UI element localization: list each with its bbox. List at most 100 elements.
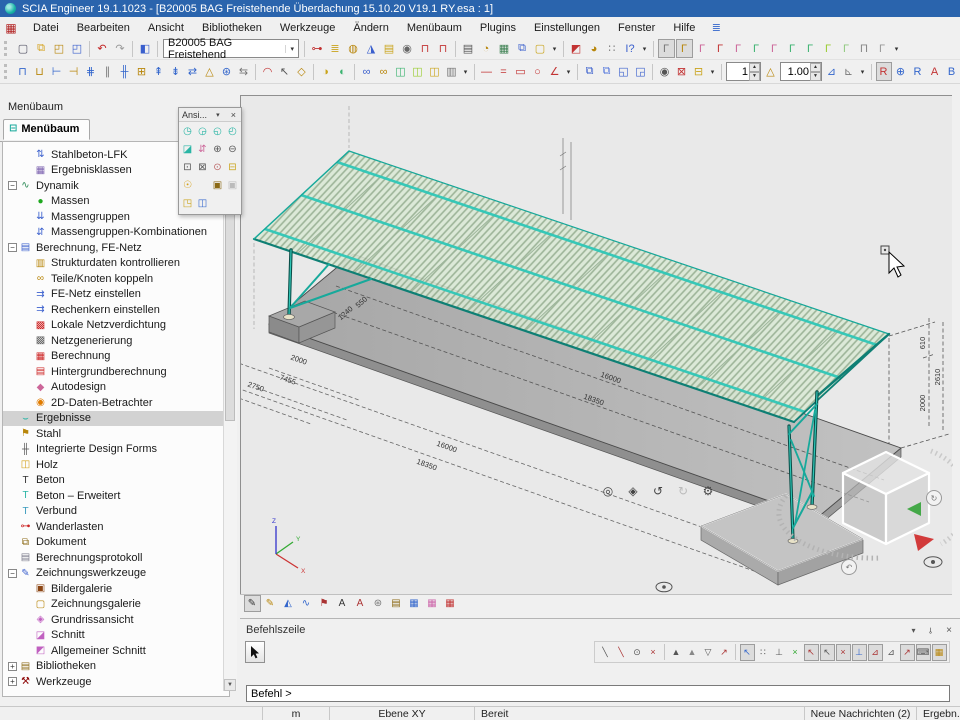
stepper-down-icon[interactable]: ▼ xyxy=(749,72,760,81)
tree-item-werkzeuge[interactable]: +⚒Werkzeuge xyxy=(3,674,229,690)
tree-item-hintergrundberechnung[interactable]: ▤Hintergrundberechnung xyxy=(3,364,229,380)
view-flag-5-icon[interactable]: Γ xyxy=(730,39,747,58)
menu-bibliotheken[interactable]: Bibliotheken xyxy=(193,20,271,36)
menu-einstellungen[interactable]: Einstellungen xyxy=(525,20,609,36)
tree-item-allgemeiner-schnitt[interactable]: ◩Allgemeiner Schnitt xyxy=(3,643,229,659)
table-blue-icon[interactable]: ▦ xyxy=(406,595,423,612)
tab-menubaum[interactable]: ⊟ Menübaum xyxy=(3,119,90,140)
angle-dimension-icon[interactable]: ⊿ xyxy=(824,62,840,81)
collapse-icon[interactable]: − xyxy=(8,569,17,578)
member-system-lines-icon[interactable]: ⇵ xyxy=(196,142,210,157)
collapse-icon[interactable]: − xyxy=(8,181,17,190)
view-z-icon[interactable]: ◵ xyxy=(211,124,225,139)
tree-item-verbund[interactable]: TVerbund xyxy=(3,504,229,520)
view-manager-icon[interactable]: ◫ xyxy=(196,196,210,211)
label-abs-icon[interactable]: A xyxy=(352,595,369,612)
close-icon[interactable]: × xyxy=(946,625,952,636)
zoom-all-icon[interactable]: ⊠ xyxy=(196,160,210,175)
redo-icon[interactable]: ↷ xyxy=(112,39,129,58)
tree-item-massengruppen-kombinationen[interactable]: ⇵Massengruppen-Kombinationen xyxy=(3,225,229,241)
add-column-icon[interactable]: ⊔ xyxy=(32,62,48,81)
link-document-icon[interactable]: ⊶ xyxy=(309,39,326,58)
snap-tangent-icon[interactable]: ⊿ xyxy=(868,644,883,661)
delete-selection-icon[interactable]: ⊠ xyxy=(674,62,690,81)
tree-item-dokument[interactable]: ⧉Dokument xyxy=(3,535,229,551)
tree-item-bibliotheken[interactable]: +▤Bibliotheken xyxy=(3,659,229,675)
copy-add-data-icon[interactable]: ◱ xyxy=(616,62,632,81)
clipping-box-icon[interactable]: ⊟ xyxy=(226,160,240,175)
draw-parallel-icon[interactable]: = xyxy=(496,62,512,81)
shade-members-icon[interactable]: ▥ xyxy=(444,62,460,81)
tree-item-integrierte-design-forms[interactable]: ╫Integrierte Design Forms xyxy=(3,442,229,458)
view-flag-2-icon[interactable]: Γ xyxy=(676,39,693,58)
camera-icon[interactable]: ▣ xyxy=(211,178,225,193)
paste-add-data-icon[interactable]: ◲ xyxy=(633,62,649,81)
mesh-sphere-icon[interactable]: ◉ xyxy=(399,39,416,58)
snap-point-1-icon[interactable]: ↖ xyxy=(804,644,819,661)
menu-fenster[interactable]: Fenster xyxy=(609,20,664,36)
nav-axonometric-icon[interactable]: ◈ xyxy=(625,482,642,499)
draw-circle-icon[interactable]: ○ xyxy=(530,62,546,81)
project-settings-icon[interactable]: ◍ xyxy=(345,39,362,58)
connect-members-icon[interactable]: ⇄ xyxy=(185,62,201,81)
draw-line-icon[interactable]: — xyxy=(479,62,495,81)
calculator-icon[interactable]: ▦ xyxy=(496,39,513,58)
zoom-window-icon[interactable]: ⊡ xyxy=(181,160,195,175)
axes-star-icon[interactable]: ⊛ xyxy=(370,595,387,612)
dropdown-arrow[interactable]: ▾ xyxy=(564,62,574,81)
result-b-icon[interactable]: B xyxy=(944,62,960,81)
tree-item-fe-netz-einstellen[interactable]: ⇉FE-Netz einstellen xyxy=(3,287,229,303)
view-flag-6-icon[interactable]: Γ xyxy=(748,39,765,58)
toolbar-grip[interactable] xyxy=(4,64,10,79)
chevron-down-icon[interactable]: ▾ xyxy=(285,45,294,53)
snap-perpendicular-icon[interactable]: ⊥ xyxy=(852,644,867,661)
snap-remove-icon[interactable]: × xyxy=(646,644,661,661)
add-hinge-icon[interactable]: ⊛ xyxy=(219,62,235,81)
status-results[interactable]: Ergebn.S xyxy=(917,707,960,720)
view-flag-1-icon[interactable]: Γ xyxy=(658,39,675,58)
visibility-eye-icon[interactable]: ◉ xyxy=(657,62,673,81)
draw-rect-icon[interactable]: ▭ xyxy=(513,62,529,81)
undo-icon[interactable]: ↶ xyxy=(94,39,111,58)
palette-header[interactable]: Ansi... ▾ × xyxy=(179,108,241,122)
filter-members-icon[interactable]: ∞ xyxy=(359,62,375,81)
result-add-icon[interactable]: ⊕ xyxy=(893,62,909,81)
snap-length-icon[interactable]: ↗ xyxy=(900,644,915,661)
snap-intersection-icon[interactable]: × xyxy=(836,644,851,661)
shading-icon[interactable]: ◭ xyxy=(280,595,297,612)
view-flag-3-icon[interactable]: Γ xyxy=(694,39,711,58)
view-flag-7-icon[interactable]: Γ xyxy=(766,39,783,58)
tree-item-wanderlasten[interactable]: ⊶Wanderlasten xyxy=(3,519,229,535)
activity-icon[interactable]: ◮ xyxy=(363,39,380,58)
nav-zoom-selection-icon[interactable]: ◎ xyxy=(600,482,617,499)
selection-mode-button[interactable] xyxy=(245,641,265,663)
menu-plugins[interactable]: Plugins xyxy=(471,20,525,36)
zoom-out-icon[interactable]: ⊖ xyxy=(226,142,240,157)
menu-werkzeuge[interactable]: Werkzeuge xyxy=(271,20,344,36)
snap-circle-icon[interactable]: ⊙ xyxy=(630,644,645,661)
nav-settings-icon[interactable]: ⚙ xyxy=(700,482,717,499)
view-flag-11-icon[interactable]: Γ xyxy=(838,39,855,58)
light-icon[interactable]: ☉ xyxy=(181,178,195,193)
tree-item-zeichnungswerkzeuge[interactable]: −✎Zeichnungswerkzeuge xyxy=(3,566,229,582)
status-unit[interactable]: m xyxy=(263,707,330,720)
notebook-icon[interactable]: ▤ xyxy=(381,39,398,58)
tree-item-zeichnungsgalerie[interactable]: ▢Zeichnungsgalerie xyxy=(3,597,229,613)
wireframe-pen-icon[interactable]: ✎ xyxy=(244,595,261,612)
project-window-icon[interactable]: ◧ xyxy=(137,39,154,58)
camera-disabled-icon[interactable]: ▣ xyxy=(226,178,240,193)
tree-scrollbar[interactable]: ▲ ▼ xyxy=(223,142,237,691)
tree-item-netzgenerierung[interactable]: ▩Netzgenerierung xyxy=(3,333,229,349)
dot-grid-icon[interactable]: ∷ xyxy=(604,39,621,58)
flag-icon[interactable]: ⚑ xyxy=(316,595,333,612)
show-layers-icon[interactable]: ◫ xyxy=(393,62,409,81)
rotate-down-arrow[interactable] xyxy=(914,534,934,551)
add-rib-icon[interactable]: ⋕ xyxy=(83,62,99,81)
dropdown-arrow[interactable]: ▾ xyxy=(640,39,650,58)
tree-item-strukturdaten-kontrollieren[interactable]: ▥Strukturdaten kontrollieren xyxy=(3,256,229,272)
add-arbitrary-icon[interactable]: ∥ xyxy=(100,62,116,81)
add-node-down-icon[interactable]: ⇟ xyxy=(168,62,184,81)
add-haunch-icon[interactable]: ╫ xyxy=(117,62,133,81)
tree-item-rechenkern-einstellen[interactable]: ⇉Rechenkern einstellen xyxy=(3,302,229,318)
dropdown-arrow[interactable]: ▾ xyxy=(461,62,471,81)
